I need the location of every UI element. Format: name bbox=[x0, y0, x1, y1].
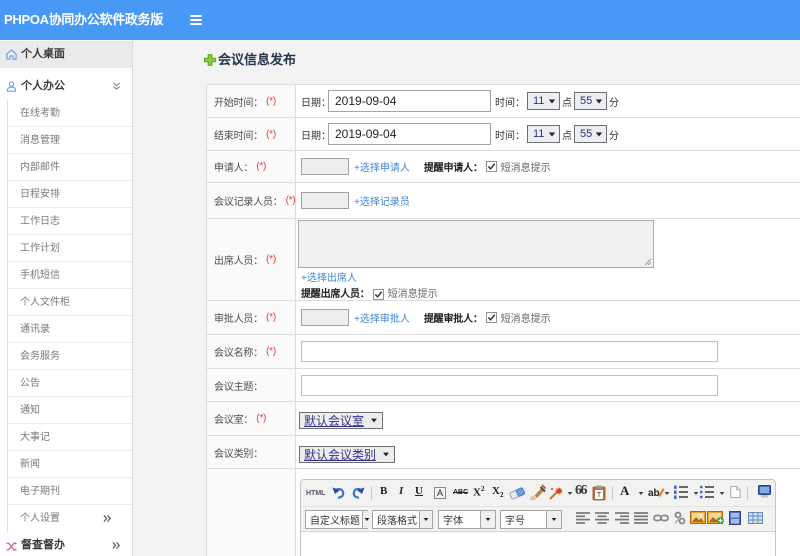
svg-text:T: T bbox=[597, 492, 602, 499]
svg-text:ab: ab bbox=[648, 488, 660, 499]
